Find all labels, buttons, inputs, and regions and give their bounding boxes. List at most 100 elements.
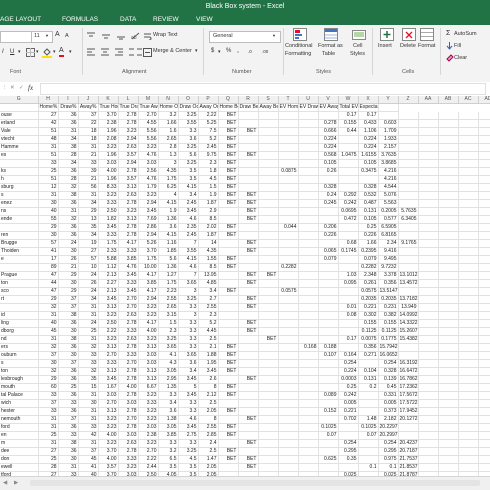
table-cell[interactable]: 45: [38, 327, 59, 336]
table-cell[interactable]: 3.45: [178, 391, 199, 400]
table-cell[interactable]: 0.0075: [358, 335, 379, 344]
table-cell[interactable]: [438, 127, 459, 136]
table-cell[interactable]: ns: [0, 207, 39, 216]
table-cell[interactable]: 3.03: [98, 391, 119, 400]
table-cell[interactable]: 3.8685: [378, 159, 399, 168]
table-cell[interactable]: 32: [78, 367, 99, 376]
table-cell[interactable]: [278, 119, 299, 128]
table-cell[interactable]: 4.17: [138, 271, 159, 280]
table-cell[interactable]: 1.75: [138, 255, 159, 264]
table-cell[interactable]: 3.3: [178, 319, 199, 328]
table-cell[interactable]: 3.23: [138, 391, 159, 400]
decrease-decimal-button[interactable]: .00: [262, 49, 268, 54]
table-cell[interactable]: [338, 143, 359, 152]
table-cell[interactable]: 0.079: [358, 255, 379, 264]
table-cell[interactable]: [318, 463, 339, 472]
table-cell[interactable]: [278, 351, 299, 360]
table-cell[interactable]: [478, 303, 490, 312]
table-cell[interactable]: 0.005: [378, 399, 399, 408]
table-cell[interactable]: 0.1125: [358, 327, 379, 336]
table-cell[interactable]: 3.33: [98, 199, 119, 208]
table-cell[interactable]: [278, 431, 299, 440]
table-cell[interactable]: [458, 415, 479, 424]
table-cell[interactable]: [258, 183, 279, 192]
table-cell[interactable]: 4.15: [178, 183, 199, 192]
table-cell[interactable]: 56: [78, 183, 99, 192]
table-cell[interactable]: 2.55: [158, 295, 179, 304]
table-cell[interactable]: BET: [218, 263, 239, 272]
table-cell[interactable]: [418, 271, 439, 280]
table-cell[interactable]: 0.065: [318, 247, 339, 256]
table-cell[interactable]: 3.23: [118, 463, 139, 472]
table-cell[interactable]: 1.75: [98, 239, 119, 248]
table-cell[interactable]: [438, 423, 459, 432]
table-cell[interactable]: 3.13: [98, 343, 119, 352]
table-cell[interactable]: 51: [38, 151, 59, 160]
table-cell[interactable]: 4.76: [138, 151, 159, 160]
table-cell[interactable]: [418, 455, 439, 464]
table-cell[interactable]: 3.33: [118, 351, 139, 360]
table-cell[interactable]: 33: [38, 391, 59, 400]
table-cell[interactable]: 36: [58, 119, 79, 128]
table-cell[interactable]: [478, 271, 490, 280]
table-cell[interactable]: 0.1025: [358, 423, 379, 432]
table-cell[interactable]: 0.0575: [358, 287, 379, 296]
table-cell[interactable]: [418, 247, 439, 256]
table-cell[interactable]: BET: [238, 127, 259, 136]
table-cell[interactable]: sco: [0, 287, 39, 296]
delete-button[interactable]: Delete: [400, 43, 416, 49]
table-cell[interactable]: [238, 263, 259, 272]
table-cell[interactable]: 3.33: [138, 399, 159, 408]
table-cell[interactable]: 1.38: [158, 415, 179, 424]
table-cell[interactable]: 0.005: [338, 399, 359, 408]
table-cell[interactable]: 3.25: [178, 159, 199, 168]
table-cell[interactable]: [0, 263, 39, 272]
table-cell[interactable]: [458, 191, 479, 200]
table-cell[interactable]: BET: [218, 127, 239, 136]
table-cell[interactable]: 24: [58, 239, 79, 248]
table-cell[interactable]: BET: [238, 151, 259, 160]
table-cell[interactable]: [458, 215, 479, 224]
table-cell[interactable]: 0.139: [378, 375, 399, 384]
table-cell[interactable]: 2.27: [98, 279, 119, 288]
table-cell[interactable]: [418, 439, 439, 448]
table-cell[interactable]: 29: [38, 223, 59, 232]
table-cell[interactable]: [258, 455, 279, 464]
table-cell[interactable]: 15.2607: [398, 327, 419, 336]
underline-dropdown-icon[interactable]: ▾: [18, 49, 21, 55]
table-cell[interactable]: mouth: [0, 383, 39, 392]
table-cell[interactable]: [418, 311, 439, 320]
table-cell[interactable]: [258, 439, 279, 448]
table-cell[interactable]: [438, 447, 459, 456]
column-header[interactable]: AA: [418, 96, 439, 104]
table-cell[interactable]: 0.188: [318, 343, 339, 352]
table-cell[interactable]: 33: [38, 159, 59, 168]
table-cell[interactable]: 31: [78, 391, 99, 400]
table-cell[interactable]: [238, 343, 259, 352]
table-cell[interactable]: [258, 423, 279, 432]
table-cell[interactable]: 5.56: [138, 135, 159, 144]
table-cell[interactable]: [438, 415, 459, 424]
table-cell[interactable]: 13.7182: [398, 295, 419, 304]
table-cell[interactable]: 9.416: [378, 247, 399, 256]
table-cell[interactable]: h: [0, 175, 39, 184]
table-cell[interactable]: 4.6: [178, 263, 199, 272]
table-cell[interactable]: [458, 247, 479, 256]
table-cell[interactable]: 0.01: [338, 303, 359, 312]
table-cell[interactable]: [478, 431, 490, 440]
table-cell[interactable]: 37: [78, 111, 99, 120]
column-header[interactable]: P: [198, 96, 219, 104]
table-cell[interactable]: 51: [38, 175, 59, 184]
table-cell[interactable]: 7.69: [138, 215, 159, 224]
table-cell[interactable]: [398, 183, 419, 192]
table-cell[interactable]: 3.03: [118, 399, 139, 408]
table-cell[interactable]: 32: [38, 343, 59, 352]
table-cell[interactable]: 4.5: [198, 175, 219, 184]
table-cell[interactable]: [418, 199, 439, 208]
table-cell[interactable]: 0.0003: [338, 375, 359, 384]
table-cell[interactable]: [298, 375, 319, 384]
table-cell[interactable]: 3.6: [178, 135, 199, 144]
table-cell[interactable]: 17.5722: [398, 399, 419, 408]
table-cell[interactable]: 31: [78, 303, 99, 312]
table-cell[interactable]: 0.44: [338, 127, 359, 136]
